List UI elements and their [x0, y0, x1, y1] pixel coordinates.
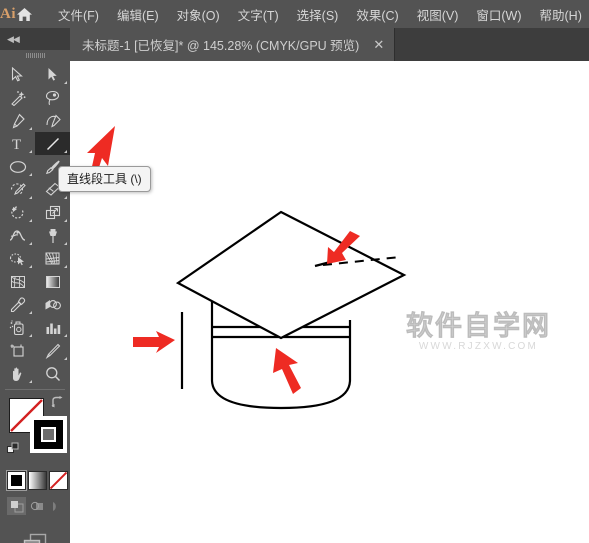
- scale-tool[interactable]: [35, 201, 70, 224]
- color-mode-gradient[interactable]: [28, 471, 47, 490]
- symbol-sprayer-tool[interactable]: [0, 316, 35, 339]
- swap-fill-stroke-icon[interactable]: [51, 396, 65, 414]
- tool-flyout-indicator: [64, 81, 67, 84]
- menu-bar: Ai 文件(F) 编辑(E) 对象(O) 文字(T) 选择(S) 效果(C) 视…: [0, 0, 589, 28]
- grip-dots-icon: [25, 53, 45, 58]
- tool-flyout-indicator: [64, 219, 67, 222]
- shaper-tool[interactable]: [0, 178, 35, 201]
- hand-tool[interactable]: [0, 362, 35, 385]
- blend-tool[interactable]: [35, 293, 70, 316]
- illustrator-window: Ai 文件(F) 编辑(E) 对象(O) 文字(T) 选择(S) 效果(C) 视…: [0, 0, 589, 543]
- rotate-tool[interactable]: [0, 201, 35, 224]
- artwork-graduation-cap[interactable]: [70, 61, 589, 543]
- tool-flyout-indicator: [29, 334, 32, 337]
- draw-mode-row: [0, 497, 70, 517]
- tool-flyout-indicator: [29, 127, 32, 130]
- zoom-tool[interactable]: [35, 362, 70, 385]
- svg-text:T: T: [12, 137, 21, 151]
- perspective-grid-tool[interactable]: [35, 247, 70, 270]
- default-colors-icon[interactable]: [7, 442, 21, 461]
- color-mode-none[interactable]: [49, 471, 68, 490]
- tool-flyout-indicator: [64, 150, 67, 153]
- tool-flyout-indicator: [64, 265, 67, 268]
- none-slash-icon: [50, 472, 67, 489]
- menu-effect[interactable]: 效果(C): [347, 1, 407, 28]
- tool-flyout-indicator: [29, 173, 32, 176]
- color-controls: [0, 394, 70, 469]
- toolbar-divider: [5, 389, 65, 390]
- pen-tool[interactable]: [0, 109, 35, 132]
- tool-flyout-indicator: [29, 265, 32, 268]
- annotation-arrow-stroke-line: [133, 331, 175, 353]
- draw-normal[interactable]: [7, 497, 26, 515]
- direct-selection-tool[interactable]: [35, 63, 70, 86]
- document-tab-label: 未标题-1 [已恢复]* @ 145.28% (CMYK/GPU 预览): [82, 39, 360, 53]
- tool-flyout-indicator: [29, 150, 32, 153]
- menu-items: 文件(F) 编辑(E) 对象(O) 文字(T) 选择(S) 效果(C) 视图(V…: [49, 1, 589, 28]
- tools-panel: T: [0, 61, 70, 543]
- tool-flyout-indicator: [29, 380, 32, 383]
- tool-flyout-indicator: [29, 219, 32, 222]
- tool-flyout-indicator: [64, 196, 67, 199]
- slice-tool[interactable]: [35, 339, 70, 362]
- artboard-tool[interactable]: [0, 339, 35, 362]
- tool-flyout-indicator: [29, 311, 32, 314]
- annotation-arrow-cap-band: [273, 348, 301, 394]
- document-tab-bar: 未标题-1 [已恢复]* @ 145.28% (CMYK/GPU 预览) ✕: [0, 28, 589, 61]
- tool-flyout-indicator: [64, 242, 67, 245]
- menu-type[interactable]: 文字(T): [229, 1, 288, 28]
- free-transform-tool[interactable]: [35, 224, 70, 247]
- home-icon[interactable]: [16, 7, 33, 22]
- tool-flyout-indicator: [64, 357, 67, 360]
- width-tool[interactable]: [0, 224, 35, 247]
- toolbar-drag-grip[interactable]: [0, 50, 70, 61]
- document-tab[interactable]: 未标题-1 [已恢复]* @ 145.28% (CMYK/GPU 预览) ✕: [70, 28, 396, 61]
- canvas-area[interactable]: 软件自学网 WWW.RJZXW.COM: [70, 61, 589, 543]
- gradient-tool[interactable]: [35, 270, 70, 293]
- menu-object[interactable]: 对象(O): [168, 1, 229, 28]
- menu-help[interactable]: 帮助(H): [531, 1, 589, 28]
- app-logo: Ai: [0, 5, 16, 22]
- tool-flyout-indicator: [29, 196, 32, 199]
- selection-tool[interactable]: [0, 63, 35, 86]
- type-tool[interactable]: T: [0, 132, 35, 155]
- chevron-double-left-icon[interactable]: ◀◀: [7, 34, 20, 45]
- eyedropper-tool[interactable]: [0, 293, 35, 316]
- menu-select[interactable]: 选择(S): [288, 1, 348, 28]
- close-icon[interactable]: ✕: [373, 38, 384, 51]
- lasso-tool[interactable]: [35, 86, 70, 109]
- menu-view[interactable]: 视图(V): [408, 1, 468, 28]
- panel-collapse-bar[interactable]: ◀◀: [0, 28, 70, 50]
- menu-edit[interactable]: 编辑(E): [108, 1, 168, 28]
- tool-grid: T: [0, 61, 70, 385]
- mesh-tool[interactable]: [0, 270, 35, 293]
- color-mode-solid[interactable]: [6, 470, 27, 491]
- ellipse-tool[interactable]: [0, 155, 35, 178]
- line-segment-tool[interactable]: [35, 132, 70, 155]
- change-screen-mode[interactable]: [0, 529, 70, 543]
- stroke-swatch[interactable]: [30, 416, 67, 453]
- stroke-hole-inner: [43, 429, 54, 440]
- shape-builder-tool[interactable]: [0, 247, 35, 270]
- column-graph-tool[interactable]: [35, 316, 70, 339]
- draw-inside[interactable]: [47, 497, 66, 515]
- menu-window[interactable]: 窗口(W): [467, 1, 530, 28]
- magic-wand-tool[interactable]: [0, 86, 35, 109]
- tool-tooltip: 直线段工具 (\): [58, 166, 151, 192]
- tool-flyout-indicator: [29, 242, 32, 245]
- draw-behind[interactable]: [27, 497, 46, 515]
- menu-file[interactable]: 文件(F): [49, 1, 108, 28]
- color-mode-row: [0, 470, 70, 493]
- tool-flyout-indicator: [64, 334, 67, 337]
- curvature-tool[interactable]: [35, 109, 70, 132]
